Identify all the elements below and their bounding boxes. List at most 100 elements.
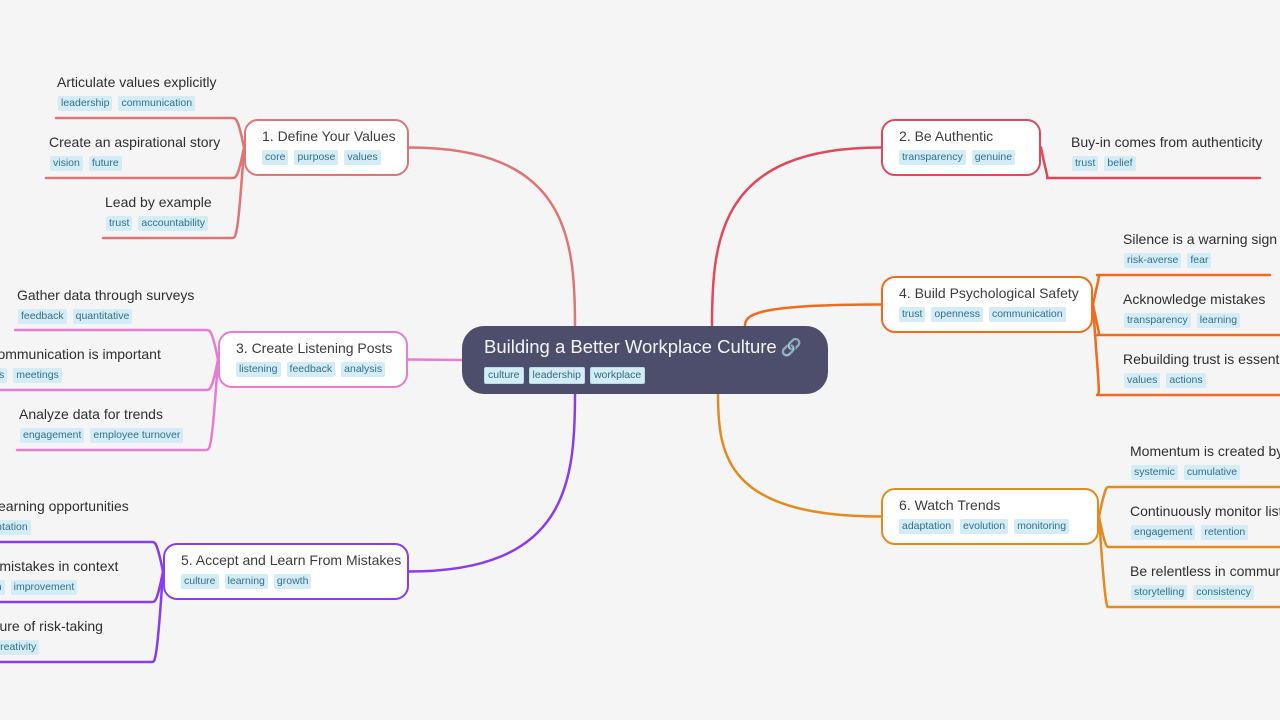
tag[interactable]: growth	[273, 574, 312, 589]
leaf-node[interactable]: Frame mistakes in context reflection impro…	[0, 557, 118, 595]
branch-node[interactable]: 4. Build Psychological Safety trust openne…	[881, 276, 1093, 333]
tag[interactable]: analysis	[341, 362, 386, 377]
branch-tags: core purpose values	[262, 150, 391, 165]
branch-title: 1. Define Your Values	[262, 128, 396, 144]
tag[interactable]: engagement	[20, 428, 85, 443]
branch-connector	[407, 146, 577, 328]
tag[interactable]: risk-averse	[1124, 253, 1182, 268]
tag[interactable]: monitoring	[1014, 519, 1070, 534]
tag[interactable]: genuine	[971, 150, 1016, 165]
leaf-node[interactable]: Gather data through surveys feedback quant…	[17, 286, 194, 324]
tag[interactable]: experimentation	[0, 520, 31, 535]
tag[interactable]: communication	[988, 307, 1066, 322]
leaf-tags: transparency learning	[1124, 313, 1265, 328]
tag[interactable]: trust	[106, 216, 133, 231]
leaf-node[interactable]: Lead by example trust accountability	[105, 193, 212, 231]
tag[interactable]: reflection	[0, 580, 5, 595]
tag[interactable]: adaptation	[899, 519, 955, 534]
leaf-node[interactable]: Rebuilding trust is essential values actio…	[1123, 350, 1280, 388]
leaf-tags: trust accountability	[106, 216, 212, 231]
leaf-node[interactable]: Be relentless in communication storytelli…	[1130, 562, 1280, 600]
branch-node[interactable]: 1. Define Your Values core purpose values	[244, 119, 409, 176]
leaf-node[interactable]: Buy-in comes from authenticity trust belie…	[1071, 133, 1262, 171]
tag[interactable]: feedback	[18, 309, 67, 324]
branch-tags: trust openness communication	[899, 307, 1075, 322]
tag[interactable]: future	[88, 156, 122, 171]
leaf-title: Create an aspirational story	[49, 134, 221, 150]
leaf-title: Momentum is created by	[1130, 443, 1280, 459]
tag[interactable]: evolution	[960, 519, 1009, 534]
tag[interactable]: leadership	[528, 367, 585, 384]
tag[interactable]: workplace	[589, 367, 646, 384]
leaf-title: Buy-in comes from authenticity	[1071, 134, 1263, 150]
root-node[interactable]: Building a Better Workplace Culture 🔗 cult…	[462, 326, 828, 394]
tag[interactable]: openness	[931, 307, 983, 322]
tag[interactable]: culture	[181, 574, 219, 589]
leaf-title: Build a culture of risk-taking	[0, 618, 103, 634]
tag[interactable]: consistency	[1193, 585, 1255, 600]
tag[interactable]: values	[1124, 373, 1161, 388]
tag[interactable]: improvement	[10, 580, 78, 595]
tag[interactable]: transparency	[1124, 313, 1191, 328]
leaf-tags: risk-averse fear	[1124, 253, 1277, 268]
branch-node[interactable]: 6. Watch Trends adaptation evolution monito…	[881, 488, 1099, 545]
leaf-node[interactable]: Continuously monitor listening engagement…	[1130, 502, 1280, 540]
tag[interactable]: listening	[236, 362, 281, 377]
tag[interactable]: meetings	[13, 368, 62, 383]
tag[interactable]: actions	[1166, 373, 1206, 388]
tag[interactable]: learning	[1196, 313, 1241, 328]
branch-title: 6. Watch Trends	[899, 497, 1001, 513]
tag[interactable]: employee turnover	[90, 428, 184, 443]
tag[interactable]: core	[262, 150, 289, 165]
tag[interactable]: cumulative	[1183, 465, 1241, 480]
branch-node[interactable]: 5. Accept and Learn From Mistakes culture…	[163, 543, 409, 600]
branch-node[interactable]: 3. Create Listening Posts listening feedba…	[218, 331, 408, 388]
tag[interactable]: workshops	[0, 368, 8, 383]
leaf-node[interactable]: Analyze data for trends engagement employe…	[19, 405, 184, 443]
leaf-tags: systemic cumulative	[1131, 465, 1280, 480]
branch-title: 4. Build Psychological Safety	[899, 285, 1079, 301]
leaf-node[interactable]: Create an aspirational story vision future	[49, 133, 220, 171]
leaf-tags: engagement employee turnover	[20, 428, 184, 443]
leaf-tags: engagement retention	[1131, 525, 1280, 540]
leaf-node[interactable]: Direct communication is important worksho…	[0, 345, 161, 383]
leaf-tags: workshops meetings	[0, 368, 161, 383]
tag[interactable]: leadership	[58, 96, 113, 111]
tag[interactable]: feedback	[286, 362, 336, 377]
leaf-title: Frame mistakes in context	[0, 558, 119, 574]
leaf-node[interactable]: Articulate values explicitly leadership co…	[57, 73, 217, 111]
link-icon[interactable]: 🔗	[781, 338, 802, 357]
leaf-tags: trust belief	[1072, 156, 1262, 171]
tag[interactable]: belief	[1104, 156, 1136, 171]
leaf-tags: innovationcreativity	[0, 640, 103, 655]
tag[interactable]: culture	[484, 367, 524, 384]
tag[interactable]: purpose	[294, 150, 339, 165]
branch-node[interactable]: 2. Be Authentic transparency genuine	[881, 119, 1041, 176]
tag[interactable]: engagement	[1131, 525, 1196, 540]
leaf-node[interactable]: Momentum is created by systemic cumulative	[1130, 442, 1280, 480]
leaf-title: Gather data through surveys	[17, 287, 195, 303]
tag[interactable]: fear	[1187, 253, 1212, 268]
branch-title: 2. Be Authentic	[899, 128, 994, 144]
branch-tags: culture learning growth	[181, 574, 391, 589]
tag[interactable]: creativity	[0, 640, 40, 655]
tag[interactable]: communication	[118, 96, 196, 111]
leaf-title: Create learning opportunities	[0, 498, 129, 514]
tag[interactable]: values	[344, 150, 381, 165]
leaf-node[interactable]: Build a culture of risk-taking innovation…	[0, 617, 103, 655]
tag[interactable]: quantitative	[72, 309, 133, 324]
tag[interactable]: vision	[50, 156, 83, 171]
leaf-node[interactable]: Acknowledge mistakes transparency learning	[1123, 290, 1265, 328]
tag[interactable]: systemic	[1131, 465, 1178, 480]
tag[interactable]: learning	[224, 574, 268, 589]
tag[interactable]: transparency	[899, 150, 966, 165]
leaf-title: Continuously monitor listening	[1130, 503, 1280, 519]
tag[interactable]: trust	[899, 307, 926, 322]
tag[interactable]: accountability	[138, 216, 209, 231]
tag[interactable]: retention	[1201, 525, 1249, 540]
tag[interactable]: trust	[1072, 156, 1099, 171]
leaf-node[interactable]: Create learning opportunities experimenta…	[0, 497, 129, 535]
tag[interactable]: storytelling	[1131, 585, 1188, 600]
leaf-tags: storytelling consistency	[1131, 585, 1280, 600]
leaf-node[interactable]: Silence is a warning sign risk-averse fear	[1123, 230, 1277, 268]
